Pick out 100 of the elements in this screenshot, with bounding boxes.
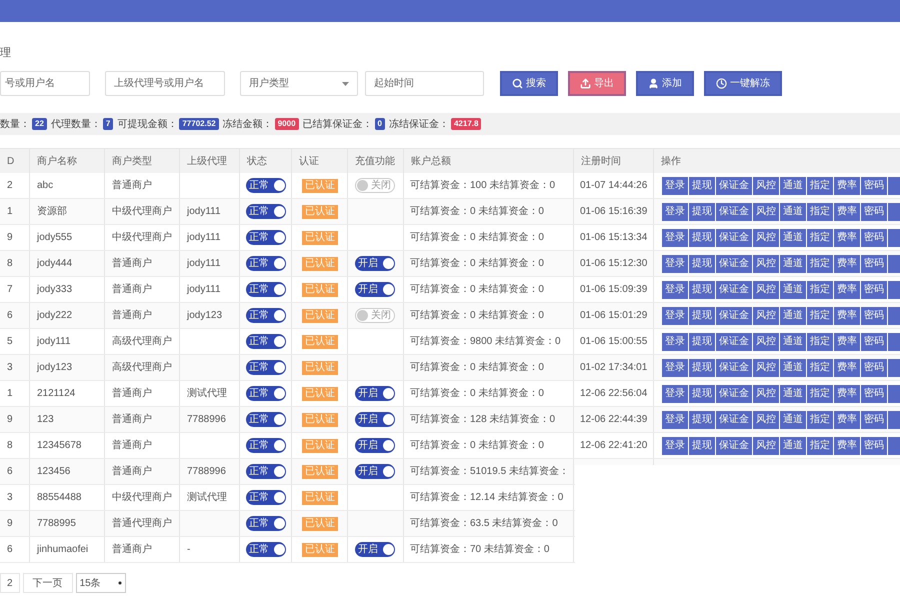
- row-action-button[interactable]: 保证金: [716, 384, 752, 402]
- page-size-select[interactable]: 15条: [76, 573, 126, 593]
- row-action-button[interactable]: 风控: [753, 410, 779, 428]
- toggle-switch[interactable]: 正常: [246, 334, 286, 349]
- toggle-switch[interactable]: 正常: [246, 282, 286, 297]
- row-action-button[interactable]: 密码: [861, 280, 887, 298]
- row-action-button[interactable]: 风控: [753, 202, 779, 220]
- row-action-button[interactable]: 通道: [780, 436, 806, 454]
- row-action-button[interactable]: 保证金: [716, 176, 752, 194]
- row-action-button[interactable]: 风控: [753, 358, 779, 376]
- row-action-button[interactable]: 登录: [662, 358, 688, 376]
- toggle-switch[interactable]: 正常: [246, 438, 286, 453]
- row-action-button[interactable]: 费率: [834, 384, 860, 402]
- row-action-button[interactable]: 提现: [689, 254, 715, 272]
- row-action-button[interactable]: 指定: [807, 332, 833, 350]
- row-action-button[interactable]: 密码: [861, 202, 887, 220]
- row-action-button[interactable]: 提现: [689, 384, 715, 402]
- row-action-button[interactable]: 通道: [780, 202, 806, 220]
- page-button[interactable]: 2: [0, 573, 20, 593]
- toggle-switch[interactable]: 开启: [355, 438, 395, 453]
- toggle-switch[interactable]: 开启: [355, 464, 395, 479]
- toggle-switch[interactable]: 正常: [246, 464, 286, 479]
- row-action-button[interactable]: 费率: [834, 410, 860, 428]
- row-action-button[interactable]: 指定: [807, 358, 833, 376]
- row-action-button[interactable]: 指定: [807, 254, 833, 272]
- row-action-button[interactable]: 登录: [662, 436, 688, 454]
- row-action-button[interactable]: 提现: [689, 358, 715, 376]
- row-action-button[interactable]: 通道: [780, 332, 806, 350]
- row-action-button[interactable]: 费率: [834, 254, 860, 272]
- row-action-button[interactable]: 指定: [807, 436, 833, 454]
- row-action-button[interactable]: 登录: [662, 384, 688, 402]
- row-action-button[interactable]: 保证金: [716, 436, 752, 454]
- action-button[interactable]: 搜索: [500, 71, 558, 96]
- start-time-field[interactable]: 起始时间: [365, 71, 484, 96]
- row-action-button[interactable]: 密码: [861, 384, 887, 402]
- row-action-button[interactable]: 密码: [861, 254, 887, 272]
- row-action-button[interactable]: 风控: [753, 384, 779, 402]
- parent-field[interactable]: 上级代理号或用户名: [105, 71, 225, 96]
- row-action-button[interactable]: 风控: [753, 176, 779, 194]
- toggle-switch[interactable]: 正常: [246, 542, 286, 557]
- row-action-button[interactable]: 密码: [861, 228, 887, 246]
- row-action-button[interactable]: 费率: [834, 202, 860, 220]
- row-action-button[interactable]: 登录: [662, 280, 688, 298]
- row-action-button[interactable]: 风控: [753, 254, 779, 272]
- row-action-button[interactable]: 密码: [861, 436, 887, 454]
- row-action-button[interactable]: 风控: [753, 280, 779, 298]
- toggle-switch[interactable]: 正常: [246, 386, 286, 401]
- row-action-button[interactable]: 保证金: [716, 202, 752, 220]
- account-field[interactable]: 号或用户名: [0, 71, 90, 96]
- row-action-button[interactable]: 保证金: [716, 332, 752, 350]
- row-action-button[interactable]: 提现: [689, 202, 715, 220]
- row-action-button[interactable]: 提现: [689, 228, 715, 246]
- row-action-button[interactable]: 保证金: [716, 410, 752, 428]
- toggle-switch[interactable]: 开启: [355, 542, 395, 557]
- row-action-button[interactable]: 通道: [780, 358, 806, 376]
- row-action-button[interactable]: 费率: [834, 280, 860, 298]
- row-action-button[interactable]: 指定: [807, 280, 833, 298]
- toggle-switch[interactable]: 正常: [246, 256, 286, 271]
- row-action-button[interactable]: 费率: [834, 332, 860, 350]
- toggle-switch[interactable]: 正常: [246, 308, 286, 323]
- row-action-button[interactable]: 费率: [834, 176, 860, 194]
- row-action-button[interactable]: 登录: [662, 202, 688, 220]
- row-action-button[interactable]: 保证金: [716, 280, 752, 298]
- toggle-switch[interactable]: 正常: [246, 178, 286, 193]
- row-action-button[interactable]: 风控: [753, 332, 779, 350]
- row-action-button[interactable]: 费率: [834, 228, 860, 246]
- row-action-button[interactable]: 费率: [834, 436, 860, 454]
- toggle-switch[interactable]: 正常: [246, 412, 286, 427]
- row-action-button[interactable]: 密码: [861, 332, 887, 350]
- toggle-switch[interactable]: 开启: [355, 412, 395, 427]
- row-action-button[interactable]: 提现: [689, 410, 715, 428]
- row-action-button[interactable]: 提现: [689, 436, 715, 454]
- row-action-button[interactable]: 保证金: [716, 228, 752, 246]
- row-action-button[interactable]: 指定: [807, 410, 833, 428]
- row-action-button[interactable]: 通道: [780, 384, 806, 402]
- row-action-button[interactable]: 登录: [662, 332, 688, 350]
- row-action-button[interactable]: 费率: [834, 358, 860, 376]
- toggle-switch[interactable]: 正常: [246, 490, 286, 505]
- action-button[interactable]: 一键解冻: [704, 71, 782, 96]
- row-action-button[interactable]: 保证金: [716, 306, 752, 324]
- row-action-button[interactable]: 指定: [807, 228, 833, 246]
- row-action-button[interactable]: 通道: [780, 176, 806, 194]
- row-action-button[interactable]: 登录: [662, 410, 688, 428]
- action-button[interactable]: 导出: [568, 71, 626, 96]
- toggle-switch[interactable]: 开启: [355, 256, 395, 271]
- row-action-button[interactable]: 登录: [662, 228, 688, 246]
- row-action-button[interactable]: 通道: [780, 306, 806, 324]
- row-action-button[interactable]: 保证金: [716, 254, 752, 272]
- row-action-button[interactable]: 风控: [753, 306, 779, 324]
- toggle-switch[interactable]: 开启: [355, 282, 395, 297]
- action-button[interactable]: 添加: [636, 71, 694, 96]
- row-action-button[interactable]: 费率: [834, 306, 860, 324]
- row-action-button[interactable]: 提现: [689, 176, 715, 194]
- row-action-button[interactable]: 密码: [861, 306, 887, 324]
- toggle-switch[interactable]: 关闭: [355, 308, 395, 323]
- row-action-button[interactable]: 登录: [662, 306, 688, 324]
- row-action-button[interactable]: 风控: [753, 228, 779, 246]
- row-action-button[interactable]: 密码: [861, 176, 887, 194]
- row-action-button[interactable]: 保证金: [716, 358, 752, 376]
- row-action-button[interactable]: 通道: [780, 280, 806, 298]
